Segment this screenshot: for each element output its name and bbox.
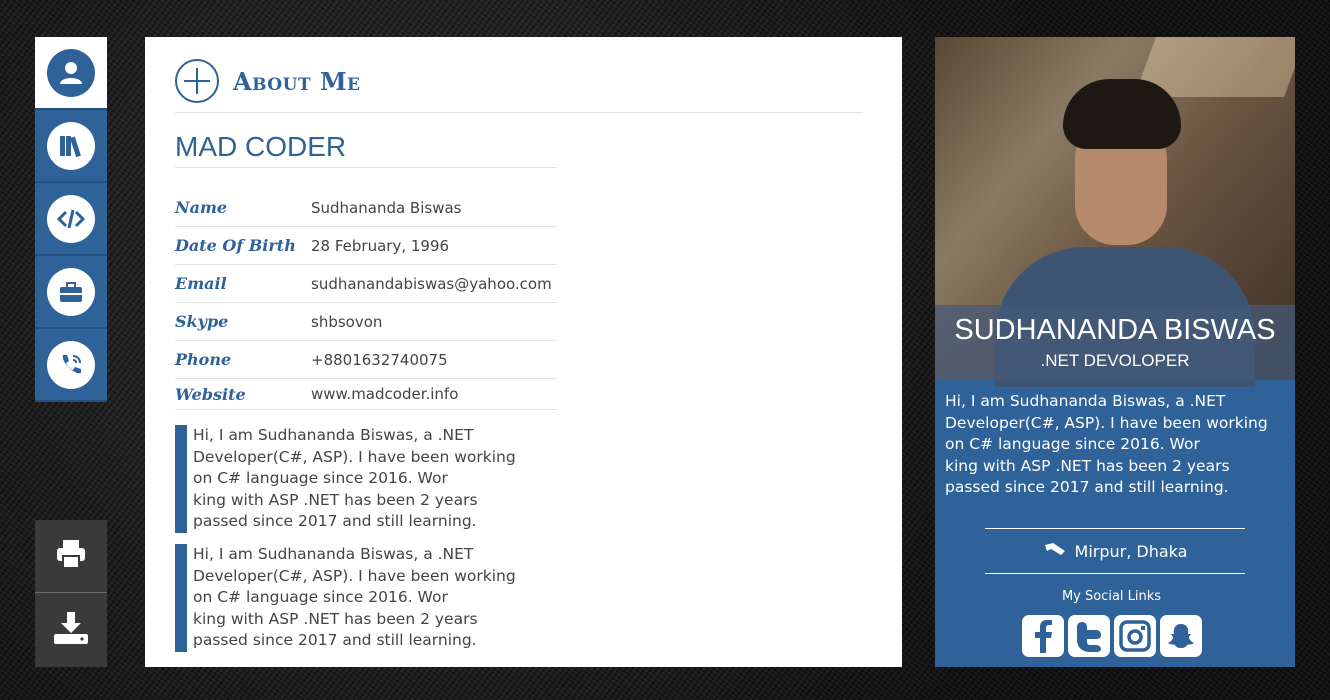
info-row-website: Website www.madcoder.info [175, 379, 557, 410]
info-label: Website [175, 384, 246, 404]
bio-line: passed since 2017 and still learning. [945, 478, 1229, 497]
info-label: Phone [175, 350, 232, 369]
social-links [1022, 615, 1202, 657]
side-nav [35, 37, 107, 402]
bio-quote: Hi, I am Sudhananda Biswas, a .NET Devel… [175, 544, 553, 652]
section-header: About Me [175, 50, 863, 113]
user-icon [47, 48, 95, 97]
quote-line: passed since 2017 and still learning. [193, 631, 477, 650]
download-button[interactable] [35, 593, 107, 667]
info-row-phone: Phone +8801632740075 [175, 341, 557, 379]
profile-name-banner: SUDHANANDA BISWAS .NET DEVOLOPER [935, 305, 1295, 380]
info-value[interactable]: sudhanandabiswas@yahoo.com [311, 275, 552, 293]
bio-line: on C# language since 2016. Wor [945, 435, 1200, 454]
info-label: Date Of Birth [175, 236, 296, 255]
bio-line: Hi, I am Sudhananda Biswas, a .NET [945, 392, 1226, 410]
quote-line: on C# language since 2016. Wor [193, 588, 448, 607]
info-value[interactable]: www.madcoder.info [311, 385, 458, 403]
nav-skills[interactable] [35, 183, 107, 256]
location: Mirpur, Dhaka [985, 528, 1245, 574]
instagram-icon[interactable] [1114, 615, 1156, 657]
section-title: About Me [233, 66, 361, 96]
bio-line: king with ASP .NET has been 2 years [945, 456, 1230, 475]
map-pin-icon [1043, 541, 1067, 561]
info-label: Name [175, 198, 228, 217]
info-value: shbsovon [311, 312, 383, 331]
quote-line: on C# language since 2016. Wor [193, 469, 448, 488]
info-value: 28 February, 1996 [311, 236, 450, 255]
nav-experience[interactable] [35, 256, 107, 329]
nav-about[interactable] [35, 37, 107, 110]
bio-line: Developer(C#, ASP). I have been working [945, 413, 1268, 432]
info-table: Name Sudhananda Biswas Date Of Birth 28 … [175, 189, 557, 410]
profile-role: .NET DEVOLOPER [1040, 351, 1190, 370]
quote-line: king with ASP .NET has been 2 years [193, 490, 478, 509]
quote-line: king with ASP .NET has been 2 years [193, 609, 478, 628]
twitter-icon[interactable] [1068, 615, 1110, 657]
location-text: Mirpur, Dhaka [1074, 541, 1188, 561]
quote-line: Developer(C#, ASP). I have been working [193, 447, 516, 466]
quote-line: Hi, I am Sudhananda Biswas, a .NET [193, 545, 474, 563]
print-button[interactable] [35, 520, 107, 593]
profile-bio: Hi, I am Sudhananda Biswas, a .NET Devel… [945, 391, 1290, 499]
page-subtitle: MAD CODER [175, 129, 557, 168]
social-title: My Social Links [1061, 589, 1162, 604]
quote-line: passed since 2017 and still learning. [193, 512, 477, 531]
info-label: Skype [175, 312, 229, 331]
info-row-name: Name Sudhananda Biswas [175, 189, 557, 227]
profile-name: SUDHANANDA BISWAS [954, 314, 1276, 346]
download-icon [52, 610, 90, 650]
info-value: +8801632740075 [311, 350, 448, 369]
profile-card: SUDHANANDA BISWAS .NET DEVOLOPER Hi, I a… [935, 37, 1295, 667]
nav-contact[interactable] [35, 329, 107, 402]
info-label: Email [175, 274, 227, 293]
bio-quote: Hi, I am Sudhananda Biswas, a .NET Devel… [175, 425, 553, 533]
about-panel: About Me MAD CODER Name Sudhananda Biswa… [145, 37, 902, 667]
snapchat-icon[interactable] [1160, 615, 1202, 657]
quote-line: Hi, I am Sudhananda Biswas, a .NET [193, 426, 474, 444]
plus-circle-icon[interactable] [175, 59, 219, 103]
books-icon [47, 121, 95, 170]
facebook-icon[interactable] [1022, 615, 1064, 657]
phone-icon [47, 340, 95, 389]
nav-education[interactable] [35, 110, 107, 183]
print-icon [54, 537, 88, 575]
quote-line: Developer(C#, ASP). I have been working [193, 566, 516, 585]
code-icon [47, 194, 95, 243]
info-row-skype: Skype shbsovon [175, 303, 557, 341]
info-row-email: Email sudhanandabiswas@yahoo.com [175, 265, 557, 303]
briefcase-icon [47, 267, 95, 316]
info-value: Sudhananda Biswas [311, 198, 462, 217]
info-row-dob: Date Of Birth 28 February, 1996 [175, 227, 557, 265]
tool-bar [35, 520, 107, 667]
